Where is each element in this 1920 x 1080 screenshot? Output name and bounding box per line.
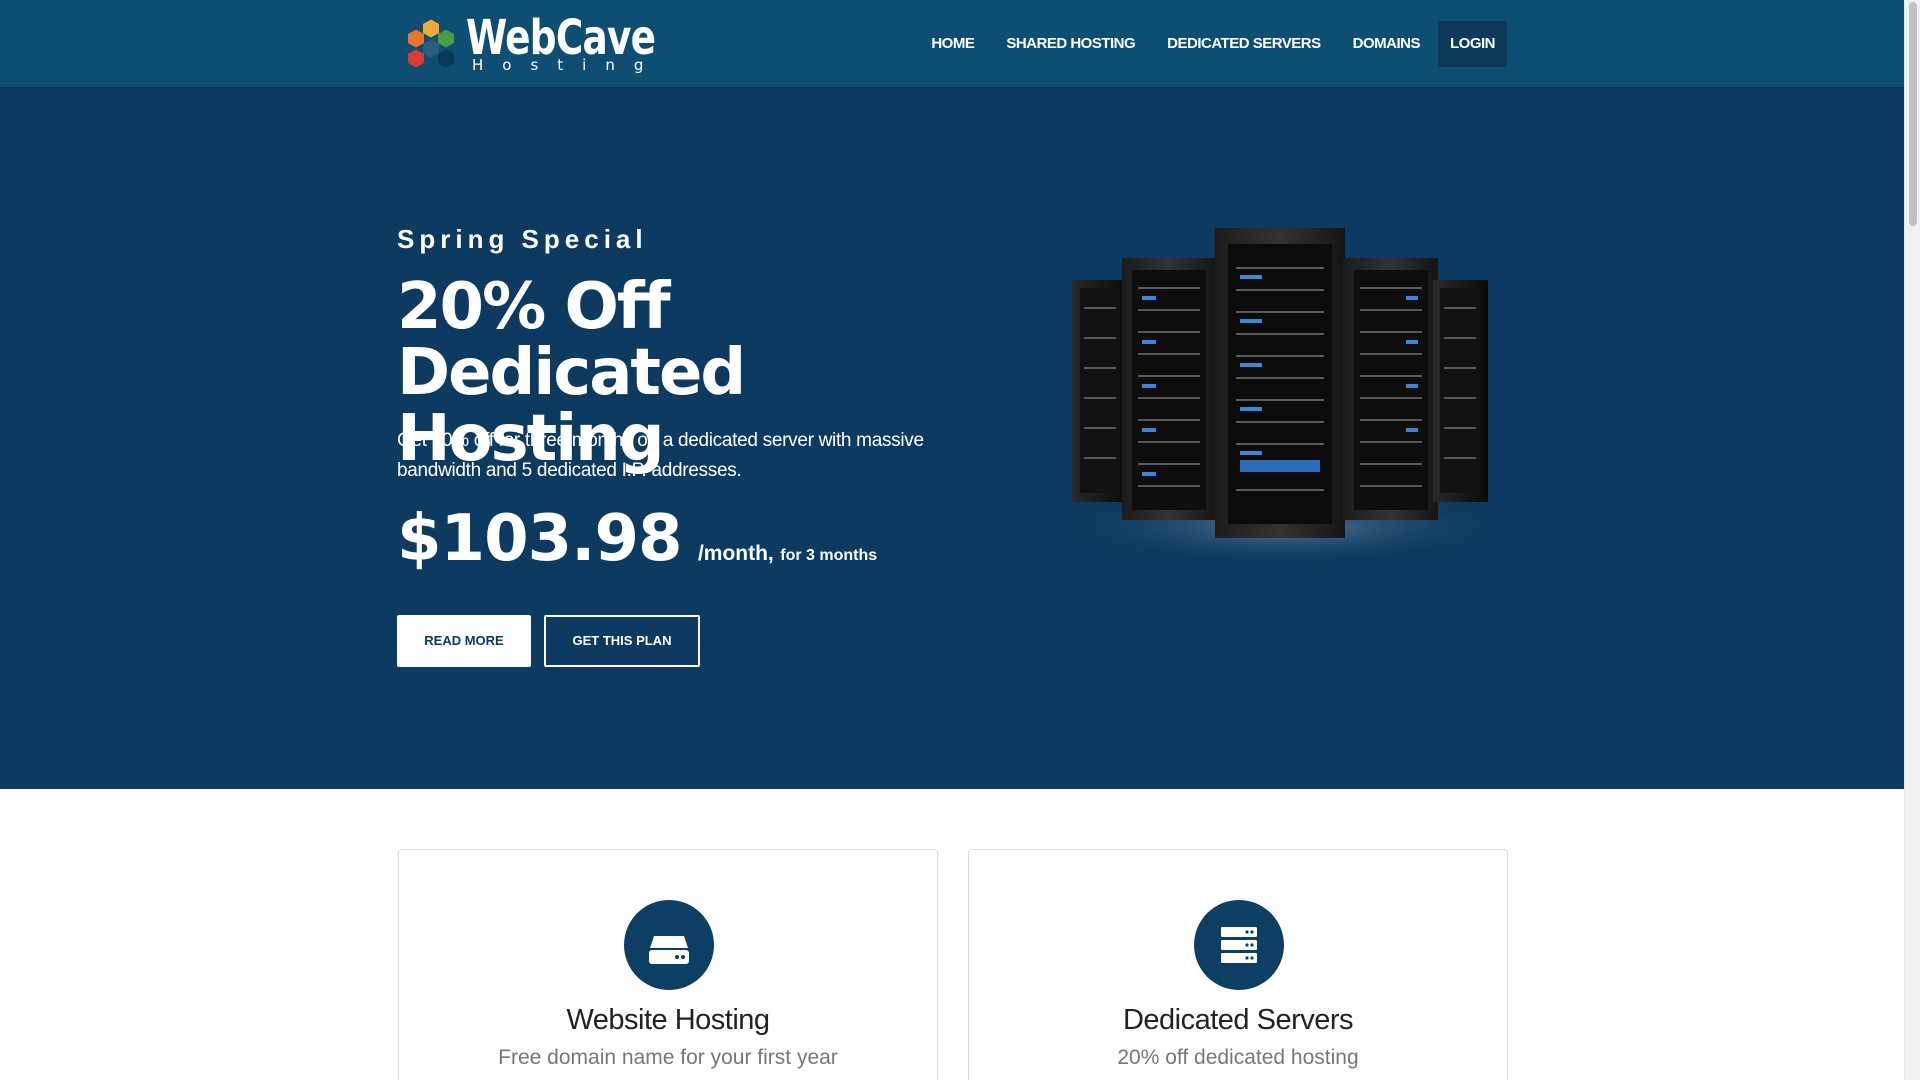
logo[interactable]: WebCave Hosting [398,10,658,78]
hero-price: $103.98 /month, for 3 months [397,502,877,576]
logo-hexagons-icon [408,19,454,68]
nav-domains[interactable]: DOMAINS [1337,21,1436,67]
get-plan-button[interactable]: GET THIS PLAN [544,615,700,667]
hero-banner: Spring Special 20% Off Dedicated Hosting… [0,88,1904,789]
read-more-button[interactable]: READ MORE [397,615,531,667]
nav-dedicated-servers[interactable]: DEDICATED SERVERS [1151,21,1336,67]
hero-eyebrow: Spring Special [397,224,648,254]
card-title: Website Hosting [566,1004,770,1036]
logo-subtitle: Hosting [472,56,663,74]
site-header: WebCave Hosting HOME SHARED HOSTING DEDI… [0,0,1904,88]
card-title: Dedicated Servers [1122,1004,1354,1036]
main-nav: HOME SHARED HOSTING DEDICATED SERVERS DO… [915,21,1507,67]
hero-description: Get 20% off for three months on a dedica… [397,430,924,481]
nav-login[interactable]: LOGIN [1438,21,1507,67]
price-amount: $103.98 [397,502,682,576]
page-scrollbar[interactable] [1904,0,1920,1080]
card-subtitle: 20% off dedicated hosting [1117,1046,1359,1069]
dedicated-servers-card[interactable]: Dedicated Servers 20% off dedicated host… [968,849,1508,1080]
nav-home[interactable]: HOME [915,21,990,67]
nav-shared-hosting[interactable]: SHARED HOSTING [990,21,1151,67]
server-racks-image [1060,228,1510,566]
card-subtitle: Free domain name for your first year [498,1046,838,1069]
scrollbar-thumb[interactable] [1909,2,1917,226]
website-hosting-card[interactable]: Website Hosting Free domain name for you… [398,849,938,1080]
price-unit: /month, [697,542,774,565]
hard-drive-icon [624,900,714,990]
price-note: for 3 months [780,547,878,564]
server-stack-icon [1194,900,1284,990]
